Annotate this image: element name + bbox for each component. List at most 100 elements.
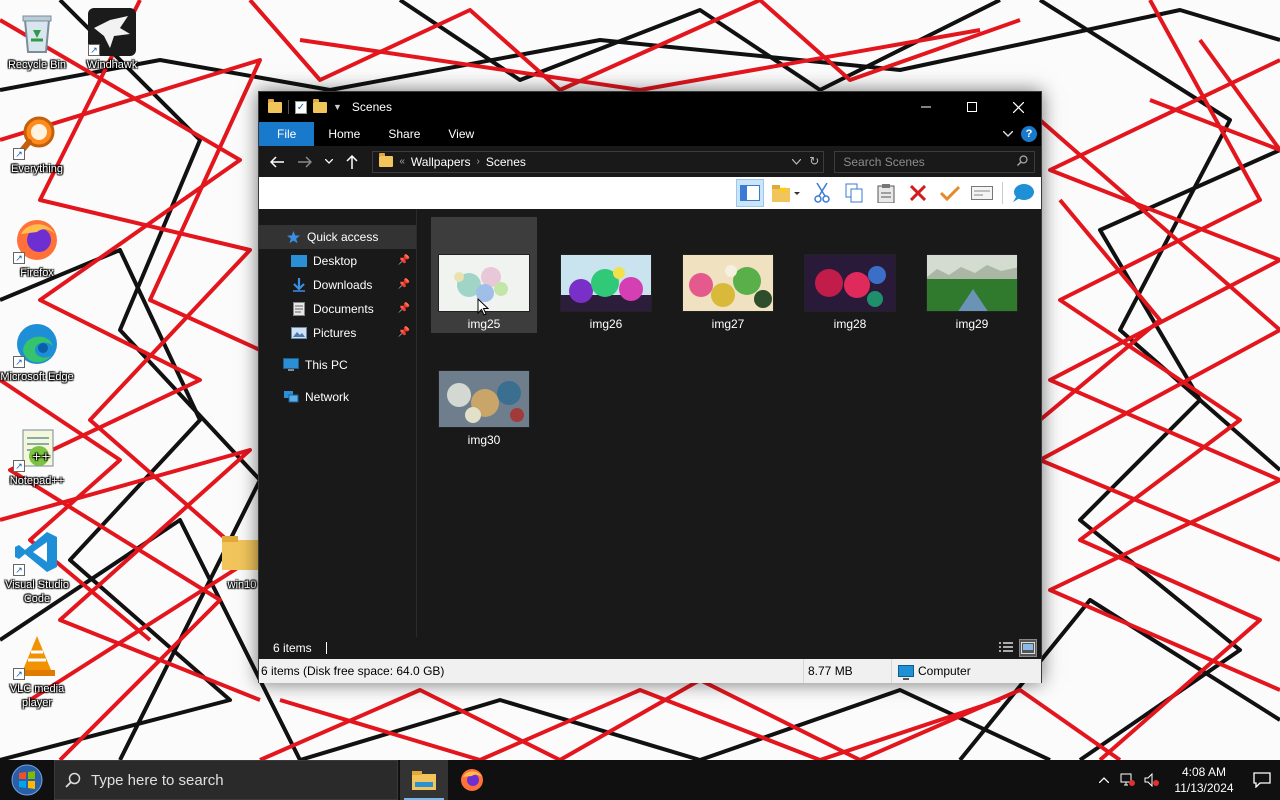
large-icons-view-icon: [1021, 642, 1035, 654]
nav-documents[interactable]: Documents 📌: [259, 297, 416, 321]
desktop-icon-label: Microsoft Edge: [0, 371, 74, 383]
ribbon-tabs: File Home Share View ?: [259, 122, 1041, 146]
firefox-icon: ↗: [13, 216, 61, 264]
tab-file[interactable]: File: [259, 122, 315, 146]
pin-icon: 📌: [397, 303, 410, 314]
forward-button[interactable]: [293, 150, 317, 174]
computer-icon: [898, 665, 914, 680]
documents-folder-icon: [291, 302, 307, 316]
nav-item-label: Pictures: [313, 326, 357, 340]
shortcut-arrow-icon: ↗: [13, 356, 25, 368]
properties-button[interactable]: [968, 179, 996, 207]
nav-downloads[interactable]: Downloads 📌: [259, 273, 416, 297]
folder-icon: [379, 153, 394, 167]
address-dropdown-icon[interactable]: [791, 154, 802, 168]
start-button[interactable]: [0, 760, 54, 800]
help-icon[interactable]: ?: [1021, 126, 1037, 142]
checkmark-icon: [940, 185, 960, 201]
share-button[interactable]: [1009, 179, 1037, 207]
action-center-button[interactable]: [1244, 760, 1280, 800]
close-button[interactable]: [995, 92, 1041, 122]
new-folder-icon: [772, 185, 800, 202]
network-status-button[interactable]: [1116, 760, 1140, 800]
taskbar-file-explorer[interactable]: [400, 760, 448, 800]
new-folder-button[interactable]: [768, 179, 804, 207]
delete-button[interactable]: [904, 179, 932, 207]
volume-button[interactable]: [1140, 760, 1164, 800]
desktop-icon-firefox[interactable]: ↗ Firefox: [0, 216, 74, 280]
nav-item-label: Quick access: [307, 230, 379, 244]
nav-network[interactable]: Network: [259, 385, 416, 409]
nav-desktop[interactable]: Desktop 📌: [259, 249, 416, 273]
expand-ribbon-icon[interactable]: [1002, 129, 1014, 140]
minimize-button[interactable]: [903, 92, 949, 122]
details-view-button[interactable]: [997, 639, 1015, 657]
status-bar: 6 items (Disk free space: 64.0 GB) 8.77 …: [259, 659, 1041, 683]
shortcut-arrow-icon: ↗: [13, 564, 25, 576]
show-hidden-icons-button[interactable]: [1092, 760, 1116, 800]
search-input[interactable]: Search Scenes: [834, 150, 1035, 173]
rename-button[interactable]: [936, 179, 964, 207]
recent-locations-button[interactable]: [321, 150, 337, 174]
downloads-folder-icon: [291, 278, 307, 292]
file-tile-img28[interactable]: img28: [797, 217, 903, 333]
svg-text:++: ++: [32, 450, 50, 463]
desktop-icon-windhawk[interactable]: ↗ Windhawk: [75, 8, 149, 72]
desktop-icon-recycle-bin[interactable]: Recycle Bin: [0, 8, 74, 72]
pin-icon: 📌: [397, 327, 410, 338]
nav-pictures[interactable]: Pictures 📌: [259, 321, 416, 345]
desktop-icon-label: Windhawk: [86, 59, 138, 71]
copy-button[interactable]: [840, 179, 868, 207]
taskbar-search-box[interactable]: Type here to search: [54, 760, 398, 800]
nav-this-pc[interactable]: This PC: [259, 353, 416, 377]
cut-button[interactable]: [808, 179, 836, 207]
nav-quick-access[interactable]: Quick access: [259, 225, 416, 249]
nav-item-label: Desktop: [313, 254, 358, 268]
file-tile-img30[interactable]: img30: [431, 333, 537, 449]
close-icon: [1012, 101, 1024, 113]
tab-home[interactable]: Home: [314, 122, 374, 146]
title-bar[interactable]: ✓ ▼ Scenes: [259, 92, 1041, 122]
customize-quick-access-icon[interactable]: ▼: [333, 102, 342, 112]
up-button[interactable]: [341, 150, 365, 174]
taskbar-firefox[interactable]: [448, 760, 496, 800]
desktop-icon-everything[interactable]: ↗ Everything: [0, 112, 74, 176]
volume-muted-icon: [1144, 773, 1159, 787]
desktop-icon-edge[interactable]: ↗ Microsoft Edge: [0, 320, 74, 384]
breadcrumb-scenes[interactable]: Scenes: [486, 155, 526, 169]
breadcrumb-wallpapers[interactable]: Wallpapers: [411, 155, 471, 169]
status-location-label: Computer: [918, 664, 971, 678]
clock[interactable]: 4:08 AM 11/13/2024: [1164, 764, 1244, 796]
window-title: Scenes: [351, 100, 392, 114]
large-icons-view-button[interactable]: [1019, 639, 1037, 657]
file-tile-img27[interactable]: img27: [675, 217, 781, 333]
desktop-icon-notepad-plus-plus[interactable]: ++ ↗ Notepad++: [0, 424, 74, 488]
folder-icon: [268, 98, 282, 113]
chevron-right-icon[interactable]: ›: [477, 156, 480, 167]
maximize-button[interactable]: [949, 92, 995, 122]
file-grid: img25 img26 img27 img28 img29 img30: [431, 217, 1041, 449]
properties-icon[interactable]: ✓: [295, 100, 307, 114]
notepad-plus-plus-icon: ++ ↗: [13, 424, 61, 472]
back-button[interactable]: [265, 150, 289, 174]
tab-view[interactable]: View: [434, 122, 488, 146]
desktop-icon-vscode[interactable]: ↗ Visual Studio Code: [0, 528, 74, 606]
navigation-pane-button[interactable]: [736, 179, 764, 207]
refresh-icon[interactable]: ↻: [809, 154, 819, 168]
new-folder-icon[interactable]: [313, 98, 327, 113]
search-icon: [1017, 154, 1028, 169]
windhawk-icon: ↗: [88, 8, 136, 56]
this-pc-icon: [283, 358, 299, 372]
tab-share[interactable]: Share: [374, 122, 434, 146]
taskbar: Type here to search 4:08 AM 11/13/2024: [0, 760, 1280, 800]
file-tile-img29[interactable]: img29: [919, 217, 1025, 333]
properties-icon: [971, 186, 993, 200]
file-tile-img26[interactable]: img26: [553, 217, 659, 333]
desktop-icon-vlc[interactable]: ↗ VLC media player: [0, 632, 74, 710]
network-icon: [283, 390, 299, 404]
paste-button[interactable]: [872, 179, 900, 207]
file-list: img25 img26 img27 img28 img29 img30: [417, 209, 1041, 637]
address-box[interactable]: « Wallpapers › Scenes ↻: [372, 150, 825, 173]
shortcut-arrow-icon: ↗: [13, 460, 25, 472]
overflow-crumb[interactable]: «: [399, 156, 405, 167]
